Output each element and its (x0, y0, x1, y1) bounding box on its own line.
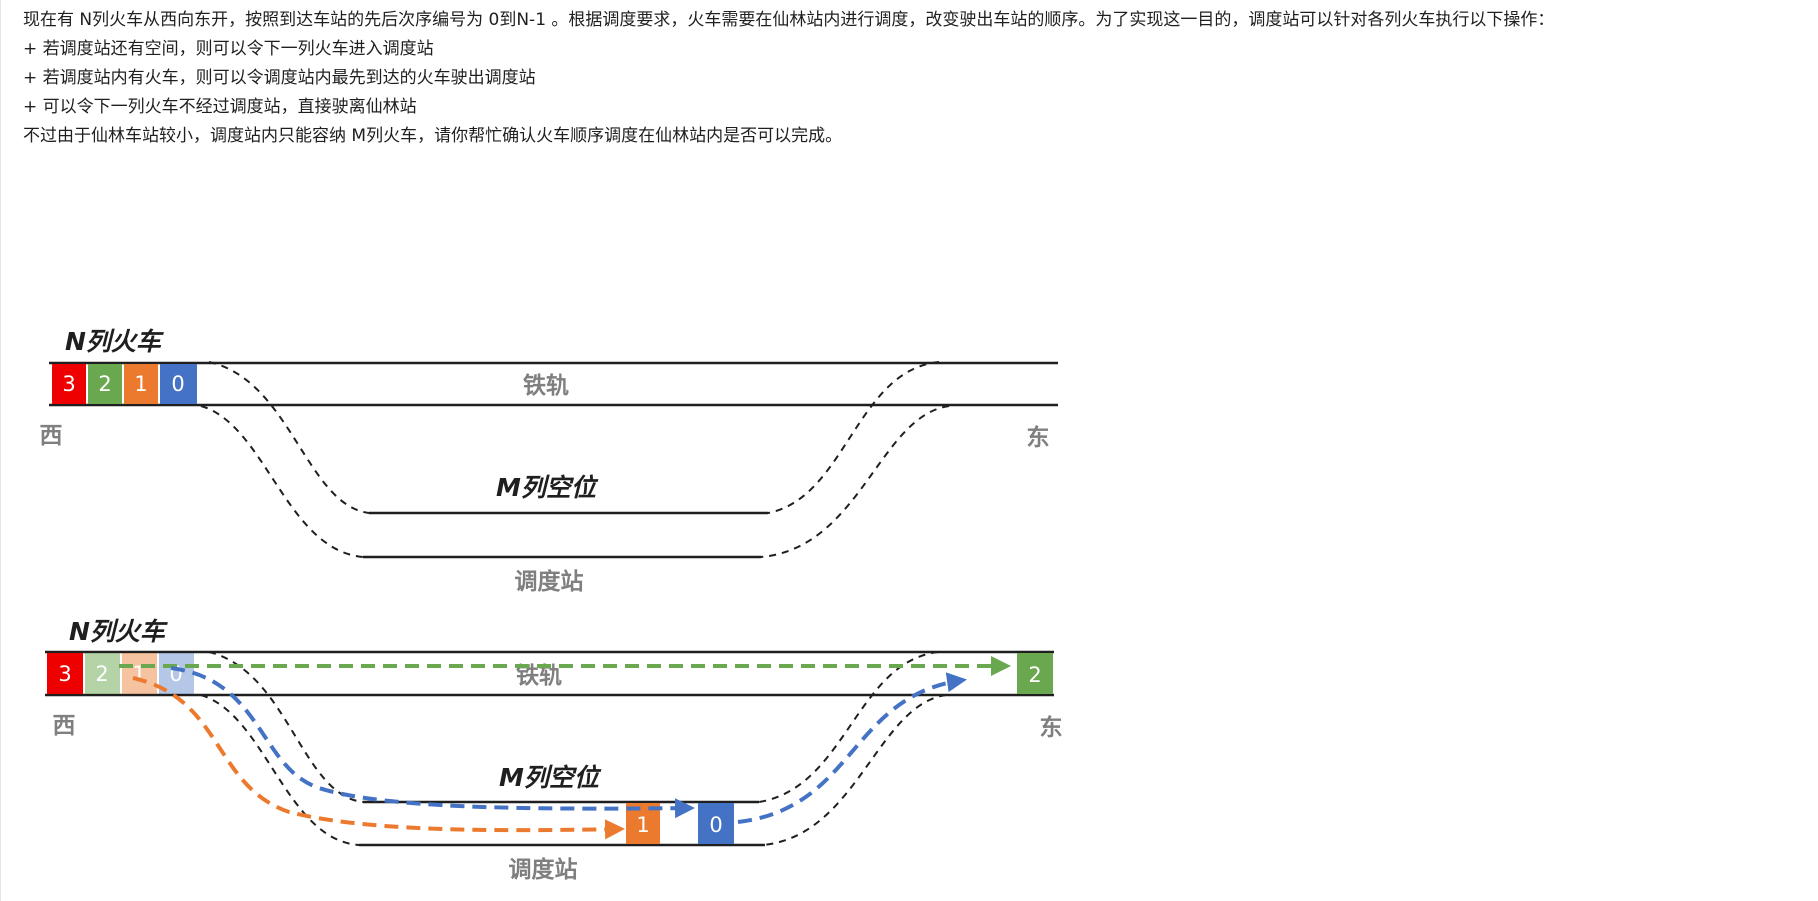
blue-exit-station-arrow (737, 672, 967, 824)
rule-pass-through: + 可以令下一列火车不经过调度站，直接驶离仙林站 (23, 97, 417, 117)
rule-leave-station: + 若调度站内有火车，则可以令调度站内最先到达的火车驶出调度站 (23, 68, 536, 88)
rule-enter-station: + 若调度站还有空间，则可以令下一列火车进入调度站 (23, 39, 434, 59)
station-siding (200, 361, 950, 558)
west-label: 西 (53, 713, 76, 739)
train-car-label: 0 (171, 372, 184, 396)
station-siding (200, 651, 947, 846)
station-label: 调度站 (509, 856, 578, 883)
east-label: 东 (1027, 424, 1050, 451)
train-car-label: 3 (62, 372, 75, 396)
track-label: 铁轨 (523, 372, 569, 399)
station-label: 调度站 (515, 568, 584, 595)
train-car-label: 3 (58, 662, 71, 686)
trains-label: N列火车 (65, 327, 165, 356)
slots-label: M列空位 (496, 473, 599, 502)
trains-label: N列火车 (69, 617, 169, 646)
diagram-bottom: N列火车 3 2 1 0 铁轨 西 东 M列空位 调度站 2 1 0 (45, 617, 1063, 883)
train-scheduling-figure: N列火车 3 2 1 0 铁轨 西 东 M列空位 调度站 N列火车 3 2 1 … (40, 327, 1063, 883)
station-train-car-label: 1 (636, 813, 649, 837)
slots-label: M列空位 (499, 763, 602, 792)
train-car-label: 2 (95, 662, 108, 686)
problem-intro: 现在有 N列火车从西向东开，按照到达车站的先后次序编号为 0到N-1 。根据调度… (23, 10, 1555, 30)
diagram-top: N列火车 3 2 1 0 铁轨 西 东 M列空位 调度站 (40, 327, 1058, 595)
train-cars: 3 2 1 0 (47, 653, 194, 694)
train-car-label: 2 (98, 372, 111, 396)
station-train-car-label: 0 (709, 813, 722, 837)
content-frame: 现在有 N列火车从西向东开，按照到达车站的先后次序编号为 0到N-1 。根据调度… (0, 0, 1817, 901)
east-label: 东 (1040, 714, 1063, 741)
problem-description: 现在有 N列火车从西向东开，按照到达车站的先后次序编号为 0到N-1 。根据调度… (23, 6, 1803, 151)
train-car-label: 1 (134, 372, 147, 396)
exited-train-car-label: 2 (1028, 663, 1041, 687)
problem-conclusion: 不过由于仙林车站较小，调度站内只能容纳 M列火车，请你帮忙确认火车顺序调度在仙林… (23, 126, 843, 146)
west-label: 西 (40, 423, 63, 449)
station-track (363, 511, 768, 559)
train-cars: 3 2 1 0 (52, 364, 197, 404)
